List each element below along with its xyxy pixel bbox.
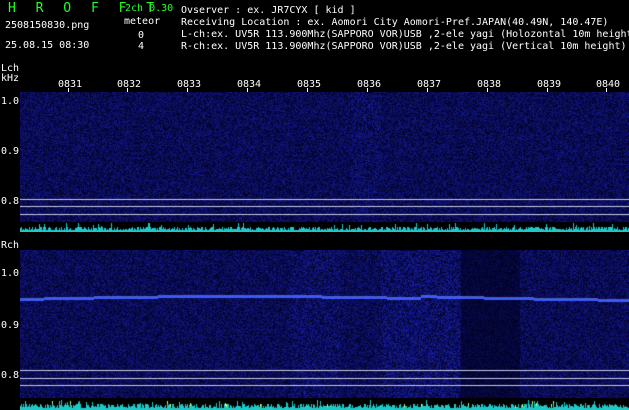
- rch-freq-tick-1.0: 1.0: [1, 268, 20, 279]
- rch-freq-tick-0.9: 0.9: [1, 320, 20, 331]
- rch-info: R-ch:ex. UV5R 113.900Mhz(SAPPORO VOR)USB…: [181, 41, 627, 52]
- time-tick-0832: 0832: [117, 79, 142, 90]
- observer-info: Ovserver : ex. JR7CYX [ kid ]: [181, 5, 356, 16]
- lch-info: L-ch:ex. UV5R 113.900Mhz(SAPPORO VOR)USB…: [181, 29, 629, 40]
- time-tick-0835: 0835: [297, 79, 322, 90]
- meteor-count-rch: 4: [138, 41, 145, 52]
- datetime: 25.08.15 08:30: [5, 40, 90, 51]
- khz-label: kHz: [1, 73, 20, 84]
- time-tick-0834: 0834: [237, 79, 262, 90]
- lch-spectrogram: [20, 92, 629, 232]
- rch-axis-label: Rch: [1, 240, 20, 251]
- time-tick-0836: 0836: [357, 79, 382, 90]
- lch-freq-tick-1.0: 1.0: [1, 96, 20, 107]
- rch-freq-tick-0.8: 0.8: [1, 370, 20, 381]
- time-tick-0831: 0831: [58, 79, 83, 90]
- lch-axis-label: Lch kHz: [1, 64, 19, 84]
- meteor-label: meteor: [124, 16, 161, 27]
- time-tick-0839: 0839: [537, 79, 562, 90]
- time-tick-0833: 0833: [177, 79, 202, 90]
- meteor-count-lch: 0: [138, 30, 145, 41]
- lch-freq-tick-0.9: 0.9: [1, 146, 20, 157]
- filename: 2508150830.png: [5, 20, 90, 31]
- rch-spectrogram: [20, 250, 629, 410]
- time-tick-0837: 0837: [417, 79, 442, 90]
- channel-mode: 2ch 0.30: [125, 3, 174, 14]
- time-tick-0840: 0840: [596, 79, 621, 90]
- lch-freq-tick-0.8: 0.8: [1, 196, 20, 207]
- time-tick-0838: 0838: [477, 79, 502, 90]
- location-info: Receiving Location : ex. Aomori City Aom…: [181, 17, 609, 28]
